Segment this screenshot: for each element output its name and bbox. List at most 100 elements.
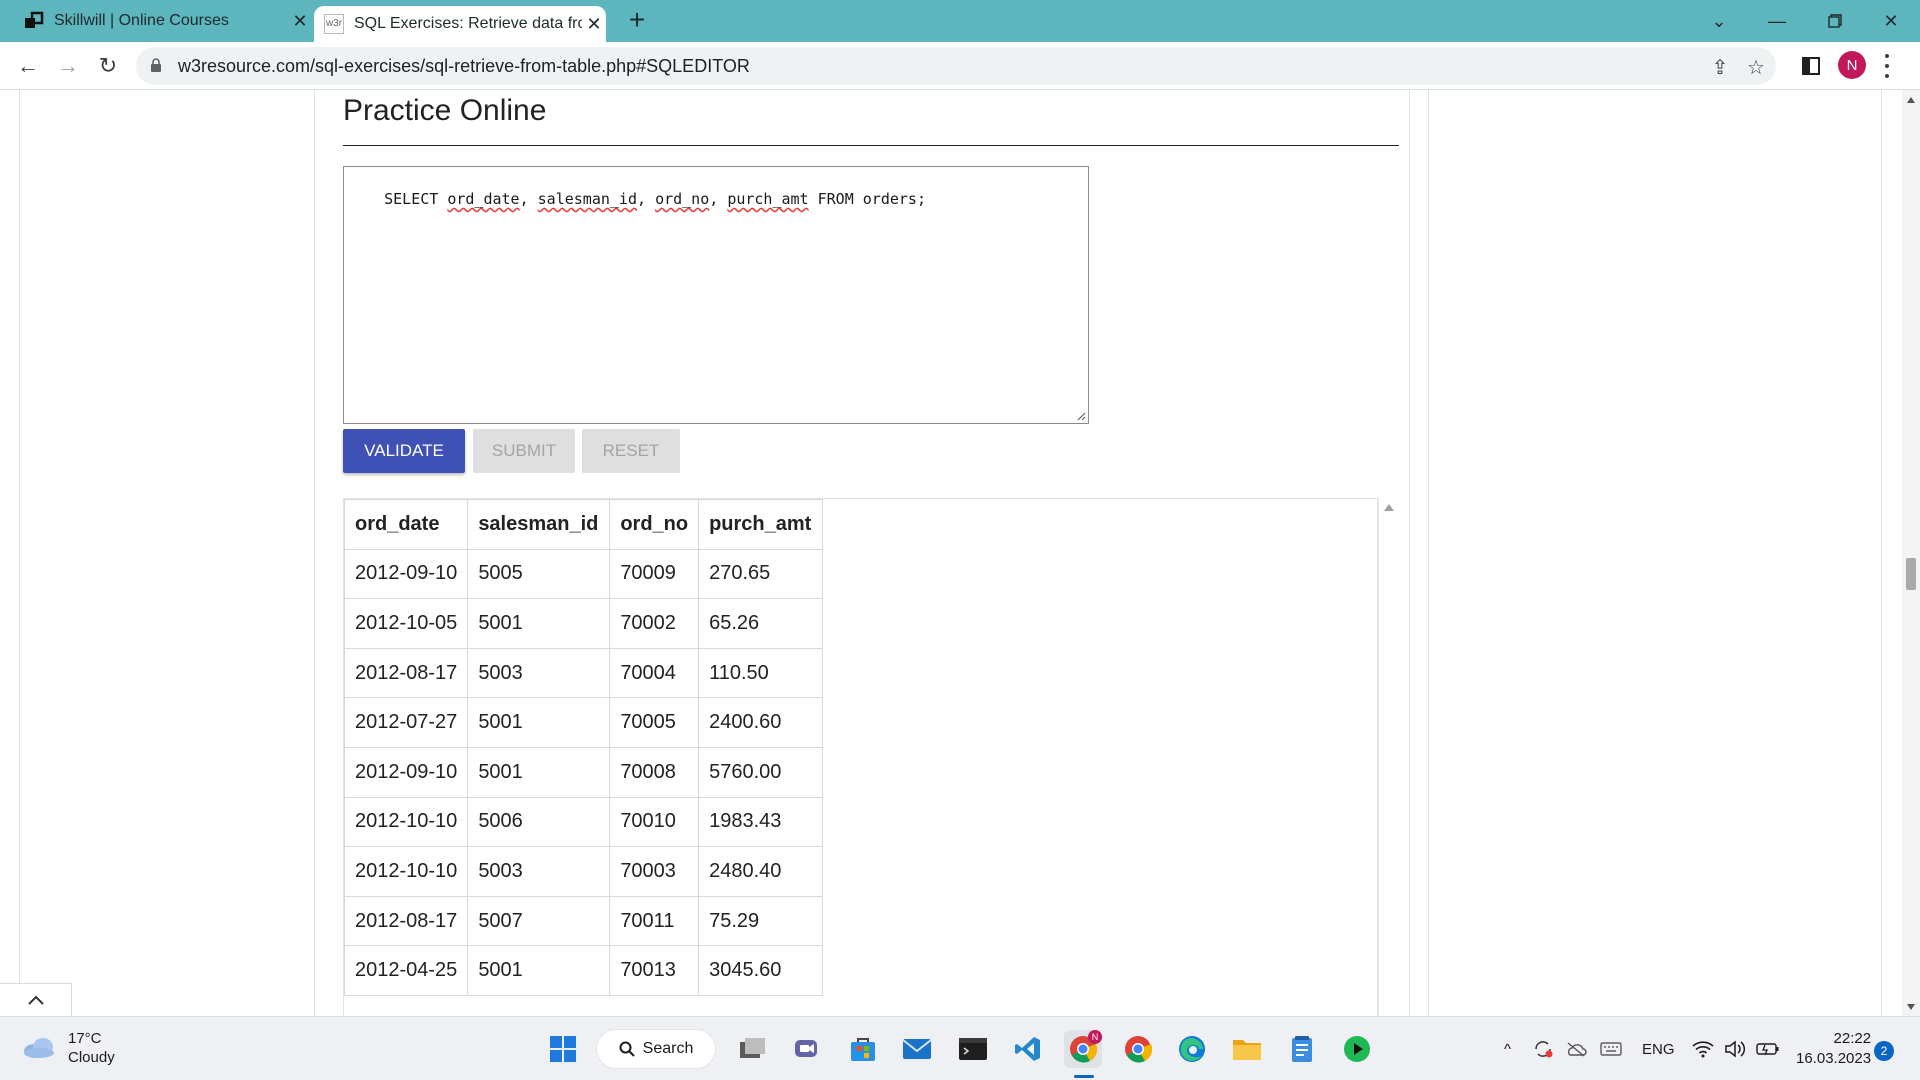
chevron-up-icon <box>27 995 44 1005</box>
search-label: Search <box>642 1040 694 1057</box>
table-cell: 70011 <box>609 895 700 947</box>
windows-taskbar: 17°C Cloudy Search N ^ ENG 22:22 16.03.2… <box>0 1016 1920 1080</box>
table-cell: 2012-04-25 <box>344 945 469 996</box>
resize-grip-icon[interactable] <box>1076 411 1086 421</box>
sql-token-misspelled: purch_amt <box>727 190 809 208</box>
microsoft-store-icon[interactable] <box>844 1030 882 1068</box>
notepad-icon[interactable] <box>1283 1030 1321 1068</box>
validate-button[interactable]: VALIDATE <box>343 429 465 473</box>
system-clock[interactable]: 22:22 16.03.2023 <box>1796 1029 1871 1069</box>
share-icon[interactable]: ⇪ <box>1708 55 1732 79</box>
table-cell: 5001 <box>467 746 611 798</box>
onedrive-cloud-off-icon[interactable] <box>1565 1031 1587 1067</box>
side-panel-icon[interactable] <box>1802 57 1820 75</box>
task-view-icon[interactable] <box>734 1030 772 1068</box>
page-viewport: Practice Online SELECT ord_date, salesma… <box>0 90 1902 1016</box>
scroll-up-arrow-icon[interactable] <box>1907 97 1915 103</box>
sql-token: FROM orders; <box>808 190 926 208</box>
forward-arrow-icon[interactable]: → <box>52 50 84 82</box>
restore-icon[interactable] <box>1806 0 1864 42</box>
table-cell: 5006 <box>467 796 611 848</box>
reload-icon[interactable]: ↻ <box>92 50 124 82</box>
language-indicator[interactable]: ENG <box>1642 1031 1675 1067</box>
result-scrollbar[interactable] <box>1378 498 1398 1016</box>
battery-icon[interactable] <box>1756 1031 1780 1067</box>
sql-token: SELECT <box>384 190 448 208</box>
table-cell: 3045.60 <box>698 945 824 996</box>
table-cell: 110.50 <box>698 647 824 699</box>
tab-skillwill[interactable]: Skillwill | Online Courses ✕ <box>12 0 312 42</box>
vscode-icon[interactable] <box>1009 1030 1047 1068</box>
edge-icon[interactable] <box>1173 1030 1211 1068</box>
sql-editor-textarea[interactable]: SELECT ord_date, salesman_id, ord_no, pu… <box>343 166 1089 424</box>
title-divider <box>343 145 1399 146</box>
file-explorer-folder-icon[interactable] <box>1228 1030 1266 1068</box>
reset-button[interactable]: RESET <box>582 429 680 473</box>
tab-search-chevron-down-icon[interactable]: ⌄ <box>1690 0 1748 42</box>
keyboard-icon[interactable] <box>1600 1031 1622 1067</box>
terminal-icon[interactable] <box>954 1030 992 1068</box>
table-cell: 2400.60 <box>698 697 824 748</box>
table-row: 2012-09-10 5005 70009 270.65 <box>344 548 824 600</box>
table-row: 2012-09-10 5001 70008 5760.00 <box>344 746 824 798</box>
table-cell: 65.26 <box>698 598 824 649</box>
table-cell: 2012-10-10 <box>344 846 469 897</box>
table-cell: 5760.00 <box>698 746 824 798</box>
table-cell: 2012-08-17 <box>344 647 469 699</box>
close-icon[interactable]: ✕ <box>582 14 606 35</box>
media-player-icon[interactable] <box>1338 1030 1376 1068</box>
table-row: 2012-10-05 5001 70002 65.26 <box>344 598 824 649</box>
teams-chat-icon[interactable] <box>788 1030 826 1068</box>
table-cell: 2480.40 <box>698 846 824 897</box>
chrome-profile-badge: N <box>1088 1030 1102 1044</box>
wifi-icon[interactable] <box>1692 1031 1714 1067</box>
table-cell: 270.65 <box>698 548 824 600</box>
table-cell: 70009 <box>609 548 700 600</box>
profile-avatar[interactable]: N <box>1838 51 1866 79</box>
table-cell: 5001 <box>467 945 611 996</box>
sync-icon[interactable] <box>1532 1031 1554 1067</box>
sql-token: , <box>637 190 656 208</box>
tab-sql-exercises[interactable]: w3r SQL Exercises: Retrieve data from ✕ <box>314 6 606 42</box>
minimize-icon[interactable]: — <box>1748 0 1806 42</box>
new-tab-button[interactable]: + <box>622 6 652 36</box>
back-arrow-icon[interactable]: ← <box>12 50 44 82</box>
address-bar[interactable]: w3resource.com/sql-exercises/sql-retriev… <box>136 47 1776 85</box>
sql-token: , <box>519 190 538 208</box>
table-row: 2012-10-10 5006 70010 1983.43 <box>344 796 824 848</box>
submit-button[interactable]: SUBMIT <box>473 429 575 473</box>
scroll-down-arrow-icon[interactable] <box>1907 1004 1915 1010</box>
table-cell: 70008 <box>609 746 700 798</box>
browser-tab-strip: Skillwill | Online Courses ✕ w3r SQL Exe… <box>0 0 1920 42</box>
bookmark-star-icon[interactable]: ☆ <box>1744 55 1768 79</box>
weather-widget[interactable]: 17°C Cloudy <box>22 1029 115 1067</box>
notification-count-badge[interactable]: 2 <box>1874 1041 1894 1061</box>
chrome-profile-n-icon[interactable]: N <box>1064 1030 1102 1068</box>
window-close-icon[interactable]: ✕ <box>1862 0 1920 42</box>
taskbar-search-button[interactable]: Search <box>596 1029 716 1069</box>
table-cell: 2012-10-10 <box>344 796 469 848</box>
start-windows-icon[interactable] <box>544 1030 582 1068</box>
table-row: 2012-08-17 5007 70011 75.29 <box>344 895 824 947</box>
url-text: w3resource.com/sql-exercises/sql-retriev… <box>178 56 750 76</box>
scrollbar-thumb[interactable] <box>1906 558 1916 590</box>
scroll-up-arrow-icon[interactable] <box>1384 504 1394 511</box>
mail-icon[interactable] <box>898 1030 936 1068</box>
table-row: 2012-04-25 5001 70013 3045.60 <box>344 945 824 996</box>
chrome-icon[interactable] <box>1119 1030 1157 1068</box>
back-to-top-button[interactable] <box>0 983 72 1016</box>
page-scrollbar[interactable] <box>1902 90 1920 1016</box>
volume-icon[interactable] <box>1724 1031 1746 1067</box>
more-menu-icon[interactable] <box>1884 54 1890 78</box>
cloud-icon <box>24 1038 54 1058</box>
skillwill-logo-icon <box>25 11 44 28</box>
column-header: ord_date <box>344 499 469 550</box>
sql-token-misspelled: salesman_id <box>537 190 637 208</box>
search-icon <box>619 1041 635 1057</box>
show-hidden-icons-chevron-up-icon[interactable]: ^ <box>1504 1031 1511 1067</box>
table-cell: 5003 <box>467 846 611 897</box>
table-cell: 70002 <box>609 598 700 649</box>
close-icon[interactable]: ✕ <box>288 11 312 32</box>
table-cell: 70010 <box>609 796 700 848</box>
table-row: 2012-07-27 5001 70005 2400.60 <box>344 697 824 748</box>
